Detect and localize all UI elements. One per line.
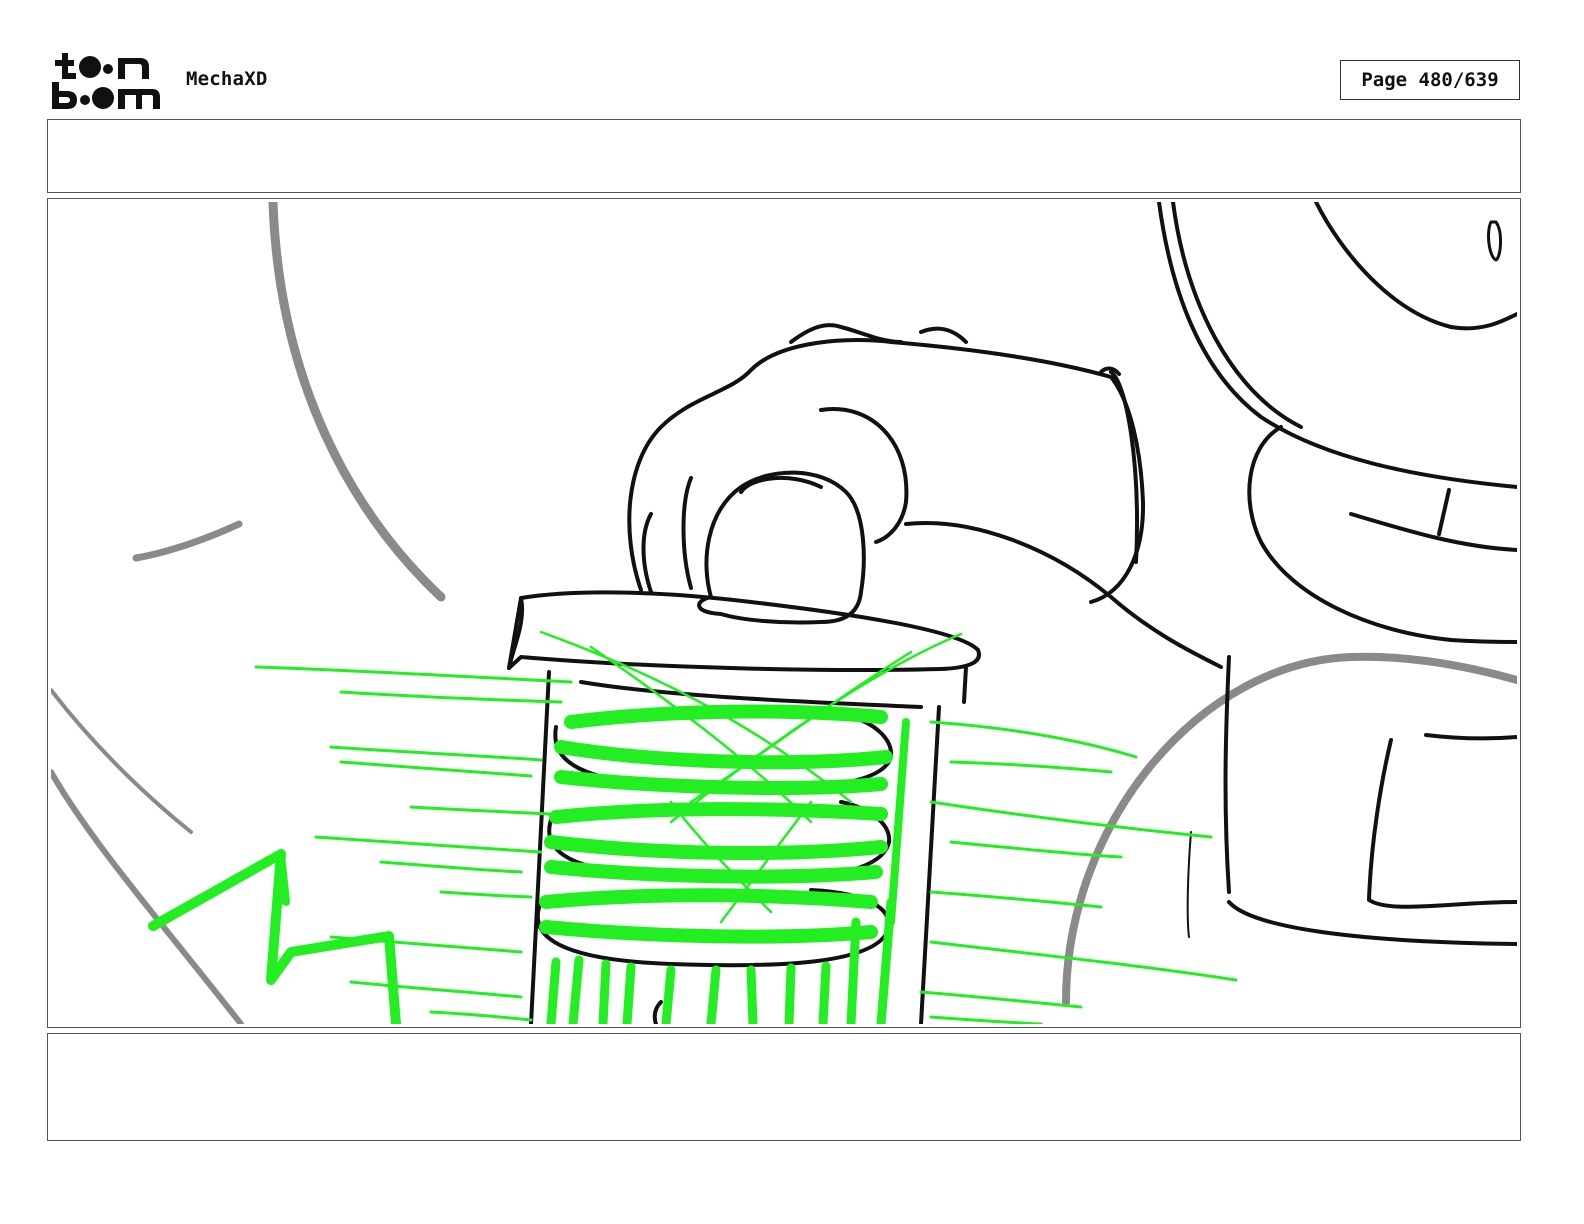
panel-notes-top [47, 119, 1521, 193]
panel-sketch [51, 202, 1517, 1024]
panel-notes-bottom [47, 1033, 1521, 1141]
project-title: MechaXD [186, 68, 268, 90]
page-indicator: Page 480/639 [1340, 60, 1520, 100]
toonboom-logo [50, 50, 165, 112]
storyboard-panel [47, 198, 1521, 1028]
